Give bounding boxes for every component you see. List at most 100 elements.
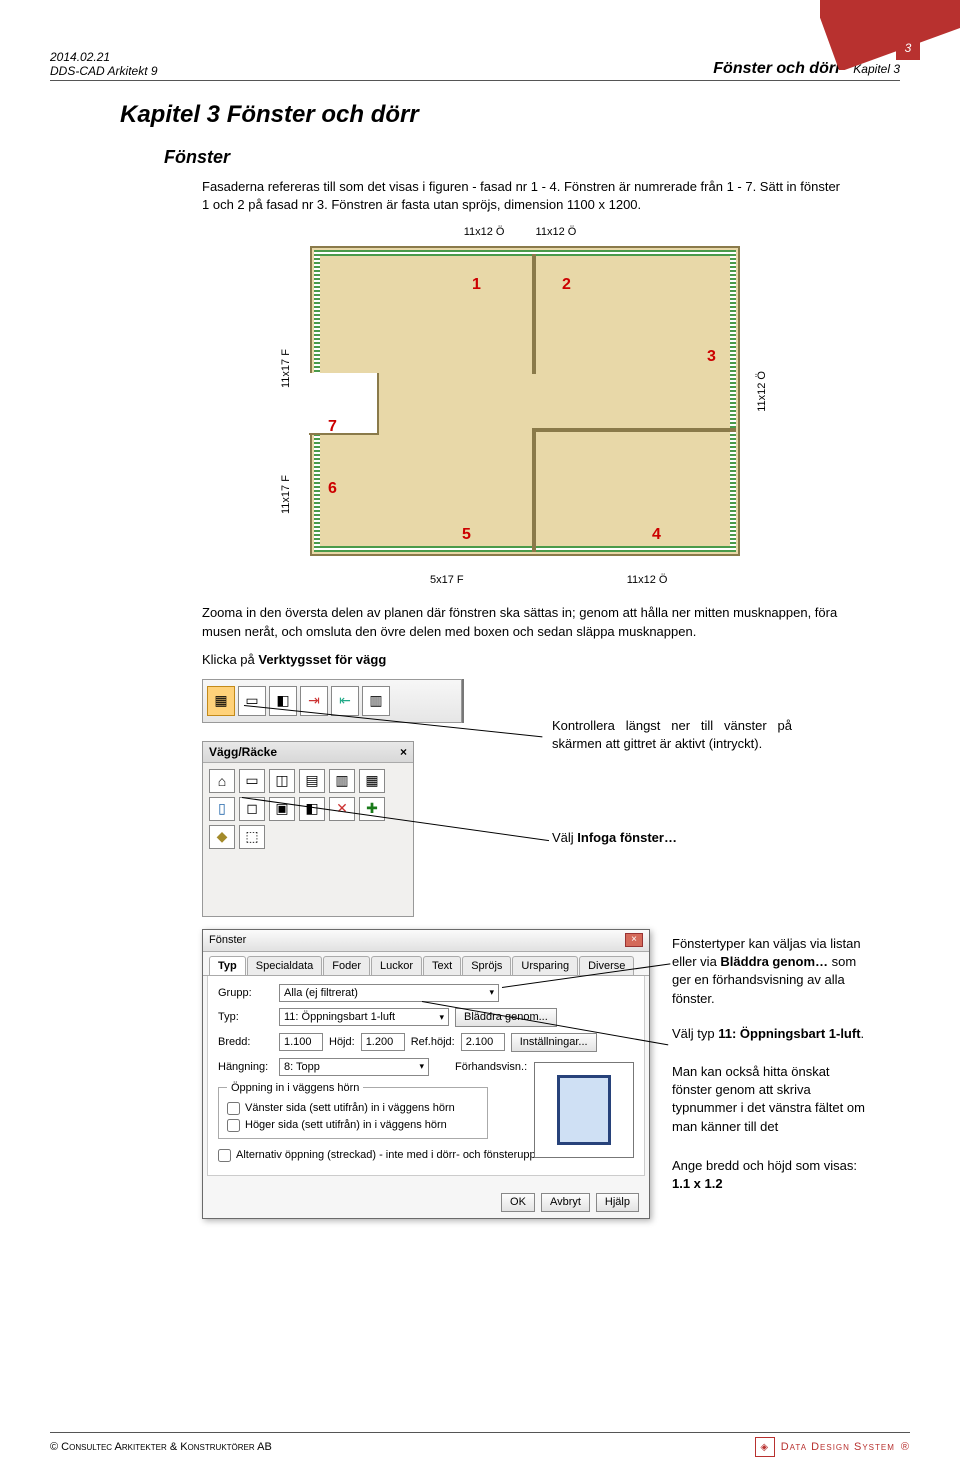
fieldset-legend: Öppning in i väggens hörn	[227, 1082, 363, 1094]
dialog-tab[interactable]: Foder	[323, 956, 370, 975]
registered-mark: ®	[901, 1441, 910, 1453]
side-note-dimensions: Ange bredd och höjd som visas: 1.1 x 1.2	[672, 1157, 872, 1193]
browse-button[interactable]: Bläddra genom...	[455, 1008, 557, 1027]
wall-tool-icon[interactable]: ▤	[299, 769, 325, 793]
insert-window-icon[interactable]: ▯	[209, 797, 235, 821]
toolbar-divider	[462, 679, 464, 723]
fp-number: 7	[328, 418, 337, 436]
text-bold: Bläddra genom…	[720, 954, 828, 969]
toolbar-icon[interactable]: ⇤	[331, 686, 359, 716]
annotation-insert-window: Välj Infoga fönster…	[552, 829, 677, 847]
footer-brand: Data Design System	[781, 1441, 895, 1453]
footer-company: Consultec Arkitekter & Konstruktörer AB	[61, 1441, 272, 1453]
fp-left-label: 11x17 F	[280, 475, 292, 514]
label-refheight: Ref.höjd:	[411, 1036, 455, 1048]
checkbox-input[interactable]	[227, 1102, 240, 1115]
header-product: DDS-CAD Arkitekt 9	[50, 64, 158, 78]
input-refheight[interactable]	[461, 1033, 505, 1051]
dialog-tab[interactable]: Specialdata	[247, 956, 323, 975]
wall-tool-icon[interactable]: ◫	[269, 769, 295, 793]
dialog-window: Fönster × Typ Specialdata Foder Luckor T…	[202, 929, 650, 1219]
settings-button[interactable]: Inställningar...	[511, 1033, 597, 1052]
fp-label: 5x17 F	[430, 574, 464, 586]
label-group: Grupp:	[218, 987, 273, 999]
label-preview: Förhandsvisn.:	[455, 1061, 527, 1073]
fp-number: 2	[562, 276, 571, 294]
toolbar-strip: ▦ ▭ ◧ ⇥ ⇤ ▥	[202, 679, 462, 723]
cancel-button[interactable]: Avbryt	[541, 1193, 590, 1212]
fp-right-label: 11x12 Ö	[756, 371, 768, 412]
wall-tool-icon[interactable]: ▦	[359, 769, 385, 793]
fp-number: 5	[462, 526, 471, 544]
label-width: Bredd:	[218, 1036, 273, 1048]
page-header: 2014.02.21 DDS-CAD Arkitekt 9 Fönster oc…	[50, 50, 900, 81]
dialog-close-button[interactable]: ×	[625, 933, 643, 947]
text-bold: Infoga fönster…	[577, 830, 677, 845]
toolbar-icon[interactable]: ▥	[362, 686, 390, 716]
text-bold: 1.1 x 1.2	[672, 1176, 723, 1191]
combo-type[interactable]: 11: Öppningsbart 1-luft	[279, 1008, 449, 1026]
fp-label: 11x12 Ö	[464, 226, 505, 238]
toolbar-icon[interactable]: ◧	[269, 686, 297, 716]
subheading-fonster: Fönster	[164, 147, 840, 168]
label-hanging: Hängning:	[218, 1061, 273, 1073]
fp-wall-insulation	[314, 546, 736, 552]
dialog-tab[interactable]: Ursparing	[512, 956, 578, 975]
checkbox-input[interactable]	[227, 1119, 240, 1132]
preview-window-icon	[557, 1075, 611, 1145]
dialog-titlebar: Fönster ×	[203, 930, 649, 952]
corner-ribbon	[820, 0, 960, 70]
toolbar-icon[interactable]: ▭	[238, 686, 266, 716]
fp-cutout	[309, 373, 379, 435]
fp-label: 11x12 Ö	[627, 574, 668, 586]
dialog-button-row: OK Avbryt Hjälp	[501, 1193, 639, 1212]
fp-outer-wall: 1 2 3 4 5 6 7	[310, 246, 740, 556]
ok-button[interactable]: OK	[501, 1193, 535, 1212]
checkbox-label: Vänster sida (sett utifrån) in i väggens…	[245, 1102, 455, 1114]
combo-group[interactable]: Alla (ej filtrerat)	[279, 984, 499, 1002]
input-width[interactable]	[279, 1033, 323, 1051]
fp-number: 3	[707, 348, 716, 366]
checkbox-label: Alternativ öppning (streckad) - inte med…	[236, 1149, 547, 1161]
dialog-tab-typ[interactable]: Typ	[209, 956, 246, 975]
wall-tool-icon[interactable]: ◆	[209, 825, 235, 849]
fp-interior-wall	[532, 428, 736, 432]
fp-number: 1	[472, 276, 481, 294]
label-height: Höjd:	[329, 1036, 355, 1048]
checkbox-label: Höger sida (sett utifrån) in i väggens h…	[245, 1119, 447, 1131]
dialog-tab[interactable]: Spröjs	[462, 956, 511, 975]
dialog-tab[interactable]: Text	[423, 956, 461, 975]
fp-left-label: 11x17 F	[280, 349, 292, 388]
fp-number: 6	[328, 480, 337, 498]
combo-hanging[interactable]: 8: Topp	[279, 1058, 429, 1076]
checkbox-left-side[interactable]: Vänster sida (sett utifrån) in i väggens…	[227, 1102, 479, 1115]
input-height[interactable]	[361, 1033, 405, 1051]
fp-wall-insulation	[730, 250, 736, 552]
fp-label: 11x12 Ö	[536, 226, 577, 238]
wall-tool-icon[interactable]: ▥	[329, 769, 355, 793]
chapter-title: Kapitel 3 Fönster och dörr	[120, 101, 840, 129]
dialog-tab[interactable]: Luckor	[371, 956, 422, 975]
panel-close-icon[interactable]: ×	[400, 745, 407, 759]
fp-top-labels: 11x12 Ö 11x12 Ö	[280, 226, 760, 238]
side-note-choose-type: Välj typ 11: Öppningsbart 1-luft.	[672, 1025, 872, 1043]
wall-tool-icon[interactable]: ⌂	[209, 769, 235, 793]
grid-toggle-icon[interactable]: ▦	[207, 686, 235, 716]
side-note-type-number: Man kan också hitta önskat fönster genom…	[672, 1063, 872, 1136]
text: Välj	[552, 830, 577, 845]
text: Klicka på	[202, 652, 258, 667]
paragraph-click-toolset: Klicka på Verktygsset för vägg	[202, 651, 840, 669]
checkbox-input[interactable]	[218, 1149, 231, 1162]
wall-tool-icon[interactable]: ⬚	[239, 825, 265, 849]
text: .	[861, 1026, 865, 1041]
panel-body: ⌂ ▭ ◫ ▤ ▥ ▦ ▯ ◻ ▣ ◧ ✕ ✚ ◆ ⬚	[203, 763, 413, 855]
help-button[interactable]: Hjälp	[596, 1193, 639, 1212]
dds-logo-icon: ◈	[755, 1437, 775, 1457]
dialog-preview	[534, 1062, 634, 1158]
checkbox-right-side[interactable]: Höger sida (sett utifrån) in i väggens h…	[227, 1119, 479, 1132]
toolbar-screenshot: ▦ ▭ ◧ ⇥ ⇤ ▥ Vägg/Räcke × ⌂ ▭ ◫ ▤ ▥ ▦ ▯ ◻…	[202, 679, 792, 919]
window-dialog-screenshot: Fönster × Typ Specialdata Foder Luckor T…	[202, 929, 862, 1229]
paragraph-intro: Fasaderna refereras till som det visas i…	[202, 178, 840, 214]
fp-wall-insulation	[314, 250, 736, 256]
wall-tool-icon[interactable]: ▭	[239, 769, 265, 793]
